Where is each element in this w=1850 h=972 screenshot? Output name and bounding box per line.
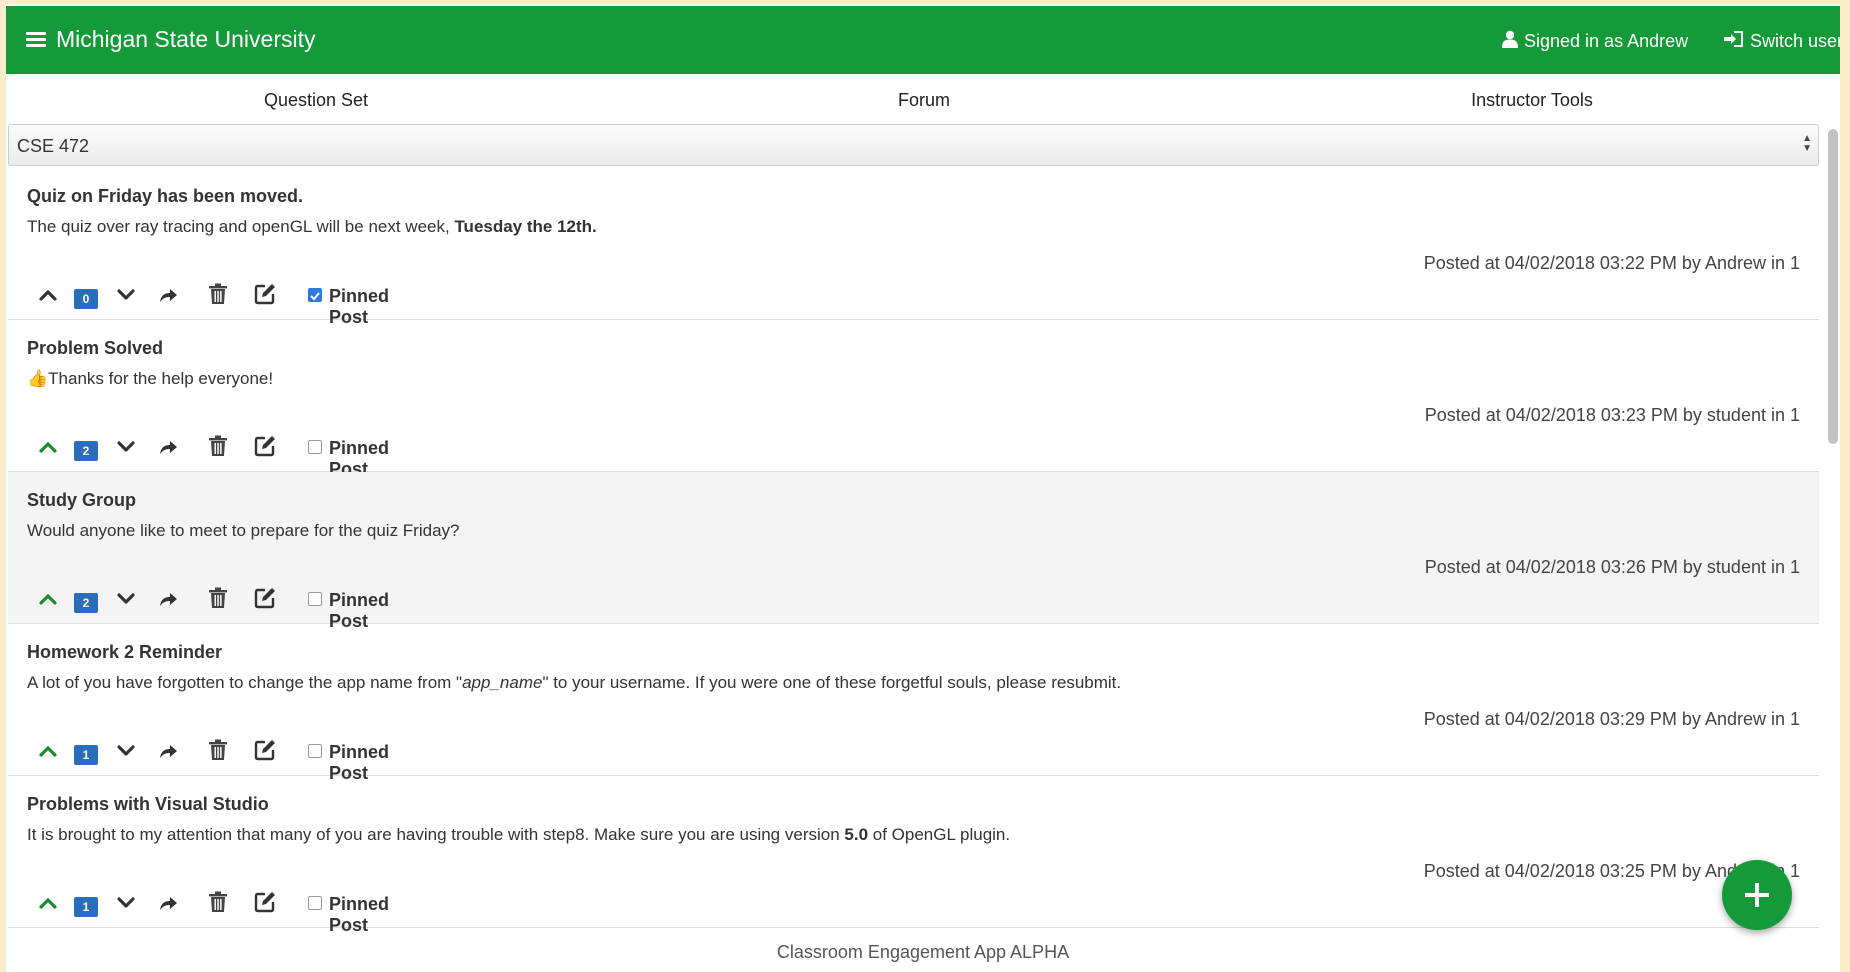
signed-in-indicator: Signed in as Andrew (1502, 30, 1688, 53)
main-tabs: Question Set Forum Instructor Tools (6, 76, 1840, 126)
forum-post: Study Group Would anyone like to meet to… (8, 472, 1819, 631)
post-title: Study Group (27, 490, 136, 510)
vote-count-badge: 0 (74, 289, 98, 309)
scrollbar-thumb[interactable] (1828, 129, 1838, 444)
pinned-post-checkbox[interactable] (308, 592, 322, 606)
post-body-text: The quiz over ray tracing and openGL wil… (27, 217, 455, 236)
select-arrows-icon: ▲ ▼ (1802, 133, 1812, 154)
post-body-text: Thanks for the help everyone! (48, 369, 274, 388)
user-icon (1502, 30, 1518, 53)
share-icon[interactable] (158, 893, 178, 913)
course-select[interactable]: CSE 472 ▲ ▼ (8, 124, 1819, 166)
trash-icon[interactable] (208, 283, 228, 304)
forum-post: Homework 2 Reminder A lot of you have fo… (8, 624, 1819, 783)
sign-in-icon (1724, 30, 1744, 53)
edit-icon[interactable] (254, 435, 275, 457)
pinned-post-checkbox[interactable] (308, 744, 322, 758)
share-icon[interactable] (158, 589, 178, 609)
footer-text: Classroom Engagement App ALPHA (776, 942, 1070, 962)
downvote-icon[interactable] (116, 437, 136, 457)
post-body-text: Would anyone like to meet to prepare for… (27, 521, 460, 540)
trash-icon[interactable] (208, 435, 228, 456)
brand[interactable]: Michigan State University (26, 26, 316, 53)
post-title: Quiz on Friday has been moved. (27, 186, 304, 206)
downvote-icon[interactable] (116, 589, 136, 609)
post-body: It is brought to my attention that many … (27, 825, 1010, 845)
pinned-post-checkbox[interactable] (308, 288, 322, 302)
tab-forum[interactable]: Forum (898, 90, 950, 111)
pinned-post-checkbox[interactable] (308, 896, 322, 910)
thumbs-up-icon: 👍 (27, 369, 49, 388)
vote-count-badge: 2 (74, 441, 98, 461)
add-post-button[interactable] (1722, 860, 1792, 930)
upvote-icon[interactable] (38, 285, 58, 305)
trash-icon[interactable] (208, 739, 228, 760)
edit-icon[interactable] (254, 587, 275, 609)
vote-count-badge: 1 (74, 897, 98, 917)
top-navbar: Michigan State University Signed in as A… (6, 6, 1840, 74)
course-select-value: CSE 472 (17, 136, 90, 156)
post-meta: Posted at 04/02/2018 03:23 PM by student… (1424, 405, 1800, 425)
switch-user-label: Switch user (1750, 31, 1840, 51)
post-title: Problems with Visual Studio (27, 794, 269, 814)
pinned-post-label: Pinned Post (329, 894, 390, 935)
tab-instructor-tools[interactable]: Instructor Tools (1471, 90, 1593, 111)
upvote-icon[interactable] (38, 437, 58, 457)
pinned-post-checkbox[interactable] (308, 440, 322, 454)
post-meta: Posted at 04/02/2018 03:26 PM by student… (1424, 557, 1800, 577)
post-body: Would anyone like to meet to prepare for… (27, 521, 459, 541)
post-title: Problem Solved (27, 338, 164, 358)
vote-count-badge: 2 (74, 593, 98, 613)
share-icon[interactable] (158, 741, 178, 761)
upvote-icon[interactable] (38, 893, 58, 913)
upvote-icon[interactable] (38, 589, 58, 609)
post-body: A lot of you have forgotten to change th… (27, 673, 1121, 693)
post-body-bold: 5.0 (844, 825, 869, 844)
trash-icon[interactable] (208, 587, 228, 608)
downvote-icon[interactable] (116, 285, 136, 305)
post-body-after: " to your username. If you were one of t… (542, 673, 1122, 692)
brand-title: Michigan State University (56, 26, 316, 52)
post-body-text: A lot of you have forgotten to change th… (27, 673, 463, 692)
post-body-text: It is brought to my attention that many … (27, 825, 845, 844)
trash-icon[interactable] (208, 891, 228, 912)
post-body: The quiz over ray tracing and openGL wil… (27, 217, 597, 237)
post-list: Quiz on Friday has been moved. The quiz … (8, 168, 1819, 935)
post-body-italic: app_name (462, 673, 543, 692)
edit-icon[interactable] (254, 739, 275, 761)
app-window: Michigan State University Signed in as A… (6, 4, 1840, 972)
post-title: Homework 2 Reminder (27, 642, 223, 662)
post-body-after: of OpenGL plugin. (868, 825, 1011, 844)
forum-post: Problems with Visual Studio It is brough… (8, 776, 1819, 935)
forum-post: Quiz on Friday has been moved. The quiz … (8, 168, 1819, 327)
switch-user-button[interactable]: Switch user (1724, 30, 1840, 53)
tab-question-set[interactable]: Question Set (264, 90, 368, 111)
share-icon[interactable] (158, 437, 178, 457)
plus-icon-vertical (1755, 883, 1759, 907)
post-meta: Posted at 04/02/2018 03:29 PM by Andrew … (1423, 709, 1800, 729)
upvote-icon[interactable] (38, 741, 58, 761)
share-icon[interactable] (158, 285, 178, 305)
vote-count-badge: 1 (74, 745, 98, 765)
signed-in-text: Signed in as Andrew (1524, 31, 1689, 51)
post-body: 👍Thanks for the help everyone! (27, 369, 273, 389)
edit-icon[interactable] (254, 891, 275, 913)
menu-icon[interactable] (26, 29, 46, 50)
post-body-bold: Tuesday the 12th. (454, 217, 597, 236)
forum-post: Problem Solved 👍Thanks for the help ever… (8, 320, 1819, 479)
downvote-icon[interactable] (116, 893, 136, 913)
downvote-icon[interactable] (116, 741, 136, 761)
post-meta: Posted at 04/02/2018 03:22 PM by Andrew … (1423, 253, 1800, 273)
edit-icon[interactable] (254, 283, 275, 305)
